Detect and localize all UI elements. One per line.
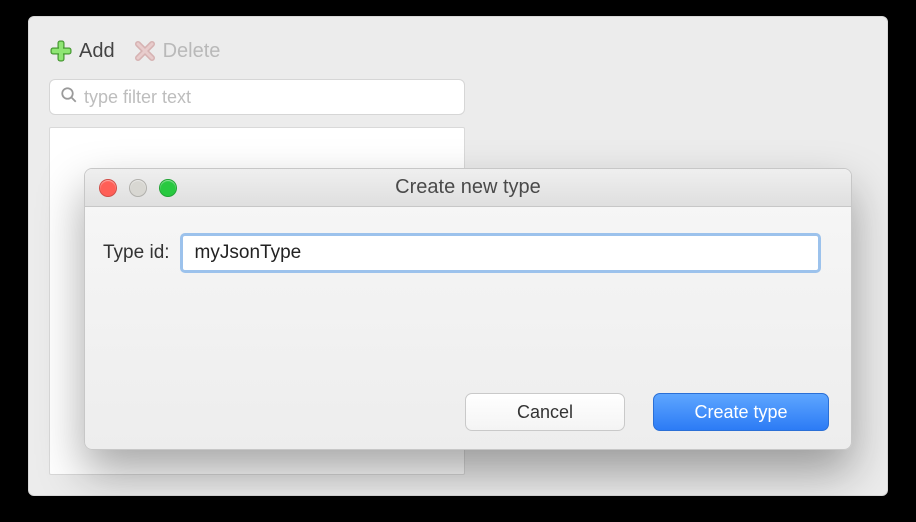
dialog-body: Type id:: [85, 207, 851, 273]
type-id-input[interactable]: [183, 242, 818, 264]
zoom-window-button[interactable]: [159, 179, 177, 197]
search-field[interactable]: [49, 79, 465, 115]
type-id-row: Type id:: [103, 233, 821, 273]
delete-label: Delete: [163, 40, 221, 63]
plus-icon: [49, 39, 73, 63]
type-id-label: Type id:: [103, 242, 170, 264]
window-controls: [85, 179, 177, 197]
dialog-titlebar: Create new type: [85, 169, 851, 207]
delete-button[interactable]: Delete: [133, 39, 221, 63]
toolbar: Add Delete: [29, 17, 887, 73]
add-label: Add: [79, 40, 115, 63]
type-id-input-wrap[interactable]: [180, 233, 821, 273]
create-type-button[interactable]: Create type: [653, 393, 829, 431]
dialog-title: Create new type: [85, 176, 851, 199]
search-container: [29, 73, 887, 127]
add-button[interactable]: Add: [49, 39, 115, 63]
x-icon: [133, 39, 157, 63]
create-type-dialog: Create new type Type id: Cancel Create t…: [84, 168, 852, 450]
cancel-button[interactable]: Cancel: [465, 393, 625, 431]
minimize-window-button: [129, 179, 147, 197]
close-window-button[interactable]: [99, 179, 117, 197]
search-input[interactable]: [84, 87, 454, 108]
search-icon: [60, 86, 78, 109]
dialog-footer: Cancel Create type: [465, 393, 829, 431]
